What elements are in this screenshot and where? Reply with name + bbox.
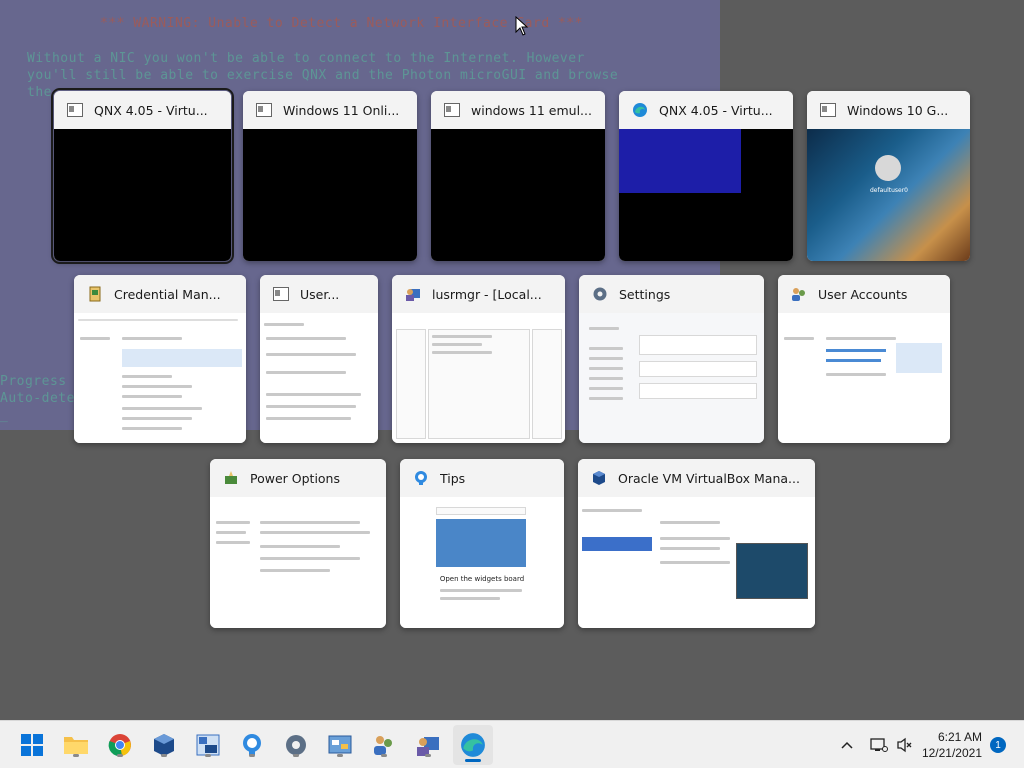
- window-thumbnail: [210, 497, 386, 628]
- window-thumbnail: [74, 313, 246, 443]
- taskbar-tips[interactable]: [237, 730, 267, 760]
- window-title: Windows 10 G...: [847, 102, 949, 118]
- window-thumbnail: Open the widgets board: [400, 497, 564, 628]
- window-thumbnail: [392, 313, 565, 443]
- virtual-machine-window-icon: [819, 101, 837, 119]
- window-title: lusrmgr - [Local...: [432, 286, 542, 302]
- window-title: QNX 4.05 - Virtu...: [94, 102, 208, 118]
- window-thumbnail: [579, 313, 764, 443]
- window-title: QNX 4.05 - Virtu...: [659, 102, 773, 118]
- taskbar-control-panel[interactable]: [325, 730, 355, 760]
- taskbar-winver[interactable]: [193, 730, 223, 760]
- task-window-windows11-emulator[interactable]: windows 11 emul...: [431, 91, 605, 261]
- task-window-qnx-virtualbox[interactable]: QNX 4.05 - Virtu...: [51, 88, 234, 264]
- tips-icon: [412, 469, 430, 487]
- window-thumbnail: defaultuser0: [807, 129, 970, 261]
- task-window-user[interactable]: User...: [260, 275, 378, 443]
- window-thumbnail: [54, 129, 231, 261]
- taskbar-lusrmgr[interactable]: [413, 730, 443, 760]
- window-title: Tips: [440, 470, 466, 486]
- user-avatar-icon: [875, 155, 901, 181]
- settings-gear-icon: [591, 285, 609, 303]
- task-window-credential-manager[interactable]: Credential Man...: [74, 275, 246, 443]
- window-title: Oracle VM VirtualBox Mana...: [618, 470, 800, 486]
- volume-muted-icon[interactable]: [896, 737, 914, 753]
- edge-icon: [631, 101, 649, 119]
- taskbar-virtualbox[interactable]: [149, 730, 179, 760]
- clock-date: 12/21/2021: [921, 746, 982, 760]
- window-title: Credential Man...: [114, 286, 221, 302]
- window-title: Power Options: [250, 470, 340, 486]
- task-window-power-options[interactable]: Power Options: [210, 459, 386, 628]
- virtual-machine-window-icon: [255, 101, 273, 119]
- virtualbox-icon: [590, 469, 608, 487]
- task-window-user-accounts[interactable]: User Accounts: [778, 275, 950, 443]
- taskbar: 6:21 AM 12/21/2021 1: [0, 720, 1024, 768]
- network-icon[interactable]: [870, 737, 888, 753]
- tips-heading: Open the widgets board: [439, 575, 525, 583]
- window-thumbnail: [431, 129, 605, 261]
- login-username: defaultuser0: [869, 187, 908, 194]
- window-thumbnail: [778, 313, 950, 443]
- virtual-machine-window-icon: [443, 101, 461, 119]
- file-explorer-icon: [64, 737, 88, 754]
- window-thumbnail: [619, 129, 793, 261]
- task-window-windows11-online[interactable]: Windows 11 Onli...: [243, 91, 417, 261]
- start-icon: [21, 734, 43, 756]
- user-accounts-window-icon: [272, 285, 290, 303]
- window-thumbnail: [260, 313, 378, 443]
- taskbar-clock[interactable]: 6:21 AM 12/21/2021: [922, 729, 982, 761]
- system-tray: [840, 721, 914, 768]
- taskbar-user-accounts[interactable]: [369, 730, 399, 760]
- task-window-tips[interactable]: Tips Open the widgets board: [400, 459, 564, 628]
- lusrmgr-icon: [404, 285, 422, 303]
- chevron-up-icon[interactable]: [840, 738, 854, 752]
- task-window-qnx-edge[interactable]: QNX 4.05 - Virtu...: [619, 91, 793, 261]
- mouse-pointer-icon: [515, 16, 529, 36]
- notification-badge[interactable]: 1: [990, 737, 1006, 753]
- window-title: User...: [300, 286, 340, 302]
- task-window-windows10[interactable]: Windows 10 G... defaultuser0: [807, 91, 970, 261]
- taskbar-file-explorer[interactable]: [61, 730, 91, 760]
- taskbar-settings[interactable]: [281, 730, 311, 760]
- clock-time: 6:21 AM: [937, 730, 982, 744]
- start-button[interactable]: [17, 730, 47, 760]
- power-options-icon: [222, 469, 240, 487]
- task-window-virtualbox-manager[interactable]: Oracle VM VirtualBox Mana...: [578, 459, 815, 628]
- edge-icon: [461, 733, 485, 757]
- window-title: windows 11 emul...: [471, 102, 592, 118]
- window-thumbnail: [578, 497, 815, 628]
- taskbar-edge[interactable]: [453, 725, 493, 765]
- window-title: Settings: [619, 286, 671, 302]
- user-accounts-icon: [790, 285, 808, 303]
- task-window-settings[interactable]: Settings: [579, 275, 764, 443]
- window-thumbnail: [243, 129, 417, 261]
- window-title: User Accounts: [818, 286, 908, 302]
- virtual-machine-window-icon: [66, 101, 84, 119]
- credential-manager-icon: [86, 285, 104, 303]
- taskbar-chrome[interactable]: [105, 730, 135, 760]
- task-window-lusrmgr[interactable]: lusrmgr - [Local...: [392, 275, 565, 443]
- window-title: Windows 11 Onli...: [283, 102, 400, 118]
